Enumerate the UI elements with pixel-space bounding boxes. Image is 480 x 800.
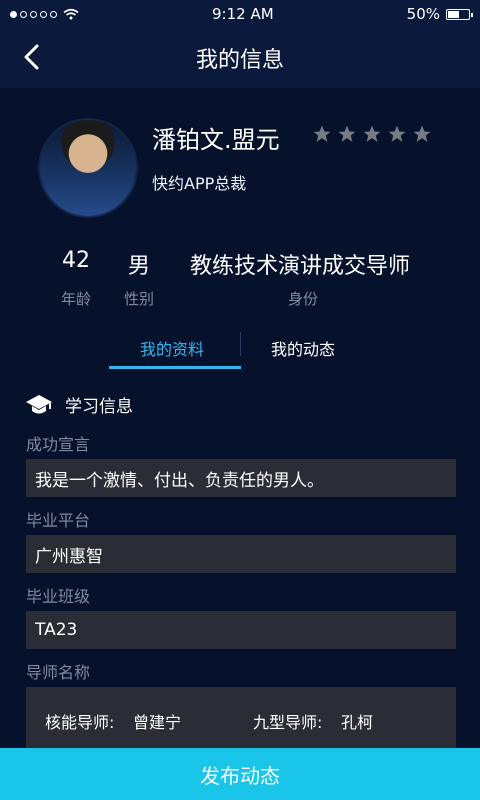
identity-value: 教练技术演讲成交导师 <box>190 254 411 279</box>
mentor-1-name: 曾建宁 <box>133 713 182 732</box>
publish-update-button[interactable]: 发布动态 <box>0 748 480 800</box>
mentor-2-label: 九型导师: <box>253 713 323 732</box>
rating-stars <box>312 124 432 144</box>
graduation-class-value: TA23 <box>26 611 456 649</box>
page-title: 我的信息 <box>195 48 284 73</box>
graduation-cap-icon <box>26 394 52 413</box>
star-icon <box>338 125 356 142</box>
graduation-class-label: 毕业班级 <box>26 587 91 606</box>
status-bar: 9:12 AM 50% <box>0 0 480 28</box>
mentor-1-label: 核能导师: <box>45 713 115 732</box>
identity-label: 身份 <box>288 290 319 308</box>
star-icon <box>388 125 406 142</box>
age-value: 42 <box>62 248 90 273</box>
profile-avatar[interactable] <box>38 118 138 218</box>
top-navigation: 我的信息 <box>0 28 480 88</box>
success-declaration-label: 成功宣言 <box>26 435 91 454</box>
mentor-list: 核能导师: 曾建宁 九型导师: 孔柯 <box>26 687 456 751</box>
tab-divider <box>240 332 241 356</box>
battery-level <box>448 10 459 18</box>
battery-status: 50% <box>406 5 473 23</box>
graduation-platform-label: 毕业平台 <box>26 511 91 530</box>
success-declaration-value: 我是一个激情、付出、负责任的男人。 <box>26 459 456 497</box>
profile-title: 快约APP总裁 <box>152 174 247 193</box>
age-label: 年龄 <box>61 290 92 308</box>
study-info-title: 学习信息 <box>65 397 133 417</box>
study-info-header: 学习信息 <box>25 392 133 417</box>
profile-tabs: 我的资料 我的动态 <box>0 330 480 370</box>
star-icon <box>363 125 381 142</box>
mentor-label: 导师名称 <box>26 663 91 682</box>
star-icon <box>413 125 431 142</box>
profile-name: 潘铂文.盟元 <box>152 126 280 154</box>
star-icon <box>313 125 331 142</box>
gender-label: 性别 <box>124 290 155 308</box>
back-button[interactable] <box>18 42 48 72</box>
wifi-icon <box>63 8 79 20</box>
tab-my-profile[interactable]: 我的资料 <box>140 336 204 360</box>
chevron-left-icon <box>24 44 39 70</box>
avatar[interactable] <box>38 118 138 218</box>
active-tab-indicator <box>109 366 241 369</box>
signal-strength-icon <box>10 10 57 18</box>
status-time: 9:12 AM <box>212 5 274 23</box>
battery-percent: 50% <box>406 5 440 23</box>
battery-icon <box>446 8 473 20</box>
tab-my-updates[interactable]: 我的动态 <box>271 336 335 360</box>
signal-status <box>10 8 79 20</box>
gender-value: 男 <box>128 254 151 279</box>
graduation-platform-value: 广州惠智 <box>26 535 456 573</box>
mentor-2-name: 孔柯 <box>341 713 374 732</box>
